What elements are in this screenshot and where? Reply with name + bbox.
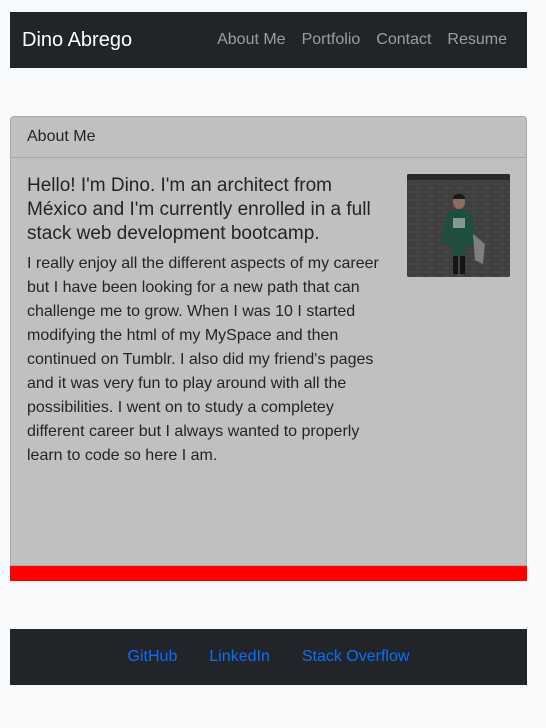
footer-link-github[interactable]: GitHub (128, 648, 178, 666)
footer-link-stack-overflow[interactable]: Stack Overflow (302, 648, 410, 666)
bio-paragraph: I really enjoy all the different aspects… (27, 255, 379, 464)
profile-photo-image (407, 174, 510, 277)
nav-link-about-me[interactable]: About Me (209, 31, 293, 49)
nav-link-resume[interactable]: Resume (439, 31, 515, 49)
footer: GitHub LinkedIn Stack Overflow (10, 629, 527, 685)
card-header: About Me (11, 117, 526, 158)
card-body: Hello! I'm Dino. I'm an architect from M… (11, 158, 526, 484)
top-navbar: Dino Abrego About Me Portfolio Contact R… (10, 12, 527, 68)
brand-link[interactable]: Dino Abrego (22, 12, 132, 68)
profile-photo (407, 174, 510, 277)
nav-link-contact[interactable]: Contact (368, 31, 439, 49)
accent-bar (10, 566, 527, 581)
nav-links: About Me Portfolio Contact Resume (209, 12, 515, 68)
about-me-card: About Me Hello! I'm Dino. I'm an archite… (10, 116, 527, 566)
nav-link-portfolio[interactable]: Portfolio (294, 31, 369, 49)
footer-link-linkedin[interactable]: LinkedIn (209, 648, 270, 666)
